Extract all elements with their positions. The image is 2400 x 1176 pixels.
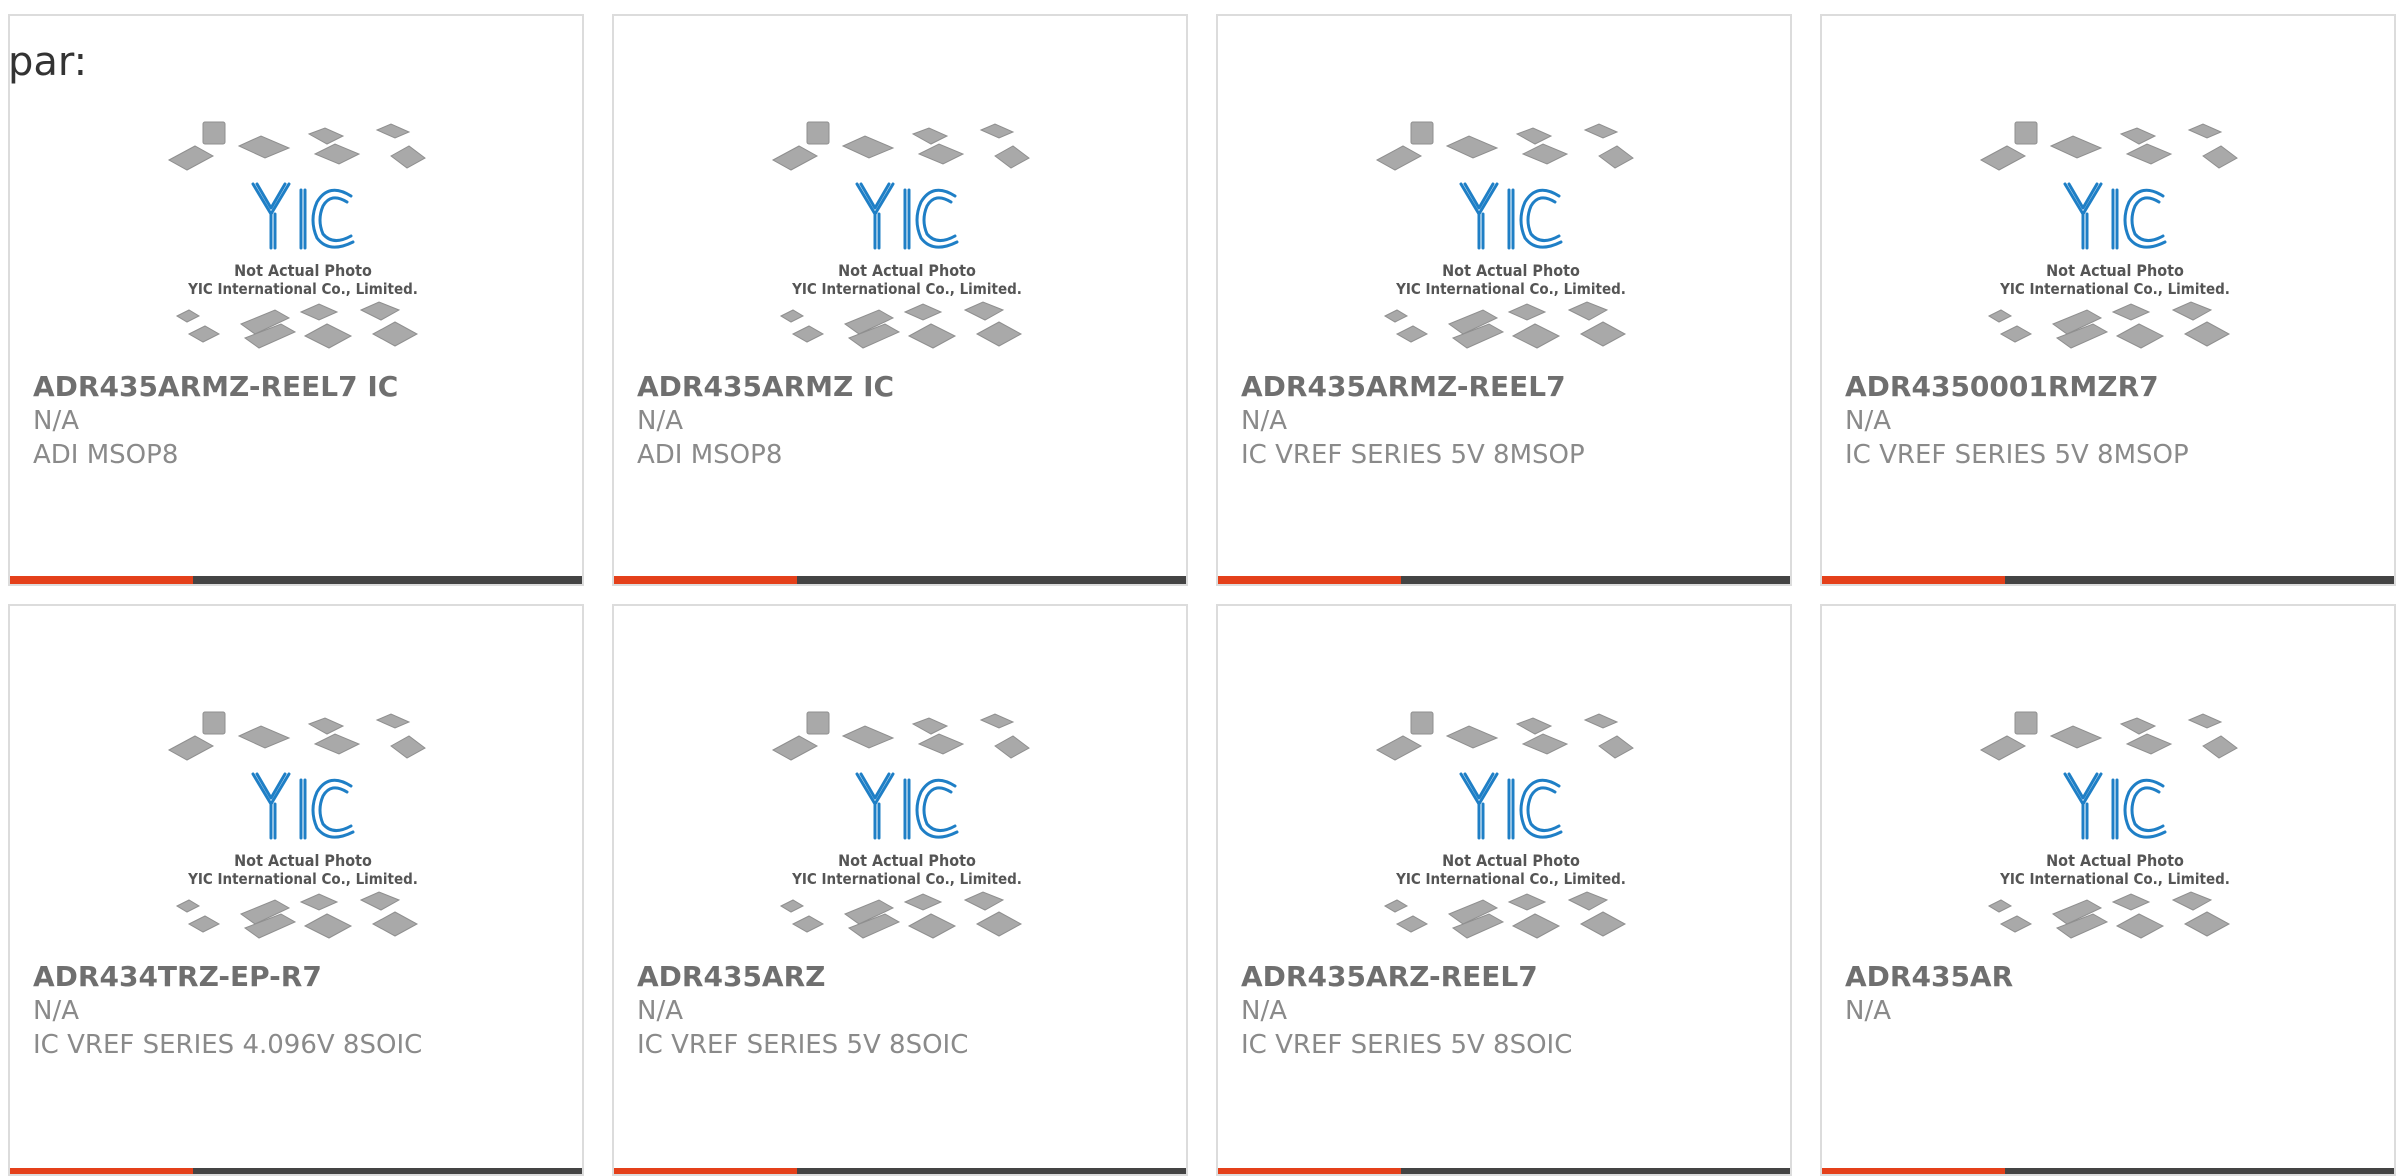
product-name-link[interactable]: ADR435ARMZ-REEL7 IC xyxy=(33,370,572,404)
product-info: ADR435ARZ N/A IC VREF SERIES 5V 8SOIC xyxy=(637,960,1176,1062)
card-bottom-accent xyxy=(10,576,193,584)
photo-caption-line1: Not Actual Photo xyxy=(2046,261,2184,280)
product-price: N/A xyxy=(1241,406,1287,436)
card-bottom-bar xyxy=(1822,576,2394,584)
photo-caption-line1: Not Actual Photo xyxy=(1442,261,1580,280)
card-bottom-accent xyxy=(1822,576,2005,584)
photo-caption-line2: YIC International Co., Limited. xyxy=(1395,870,1626,888)
card-bottom-bar xyxy=(1218,576,1790,584)
product-photo-placeholder[interactable]: Not Actual Photo YIC International Co., … xyxy=(165,688,441,958)
product-price: N/A xyxy=(33,996,79,1026)
product-description: IC VREF SERIES 5V 8MSOP xyxy=(1845,440,2189,470)
product-info: ADR435ARZ-REEL7 N/A IC VREF SERIES 5V 8SOI… xyxy=(1241,960,1780,1062)
product-description: ADI MSOP8 xyxy=(33,440,179,470)
product-description: IC VREF SERIES 4.096V 8SOIC xyxy=(33,1030,423,1060)
product-name-link[interactable]: ADR435ARMZ IC xyxy=(637,370,1176,404)
product-price: N/A xyxy=(637,996,683,1026)
photo-caption-line1: Not Actual Photo xyxy=(234,261,372,280)
card-bottom-bar xyxy=(10,576,582,584)
product-card[interactable]: Not Actual Photo YIC International Co., … xyxy=(612,14,1188,586)
product-description: IC VREF SERIES 5V 8SOIC xyxy=(1241,1030,1573,1060)
photo-caption-line2: YIC International Co., Limited. xyxy=(1999,280,2230,298)
product-photo-placeholder[interactable]: Not Actual Photo YIC International Co., … xyxy=(1977,688,2253,958)
product-photo-placeholder[interactable]: Not Actual Photo YIC International Co., … xyxy=(769,688,1045,958)
product-name-link[interactable]: ADR435ARZ xyxy=(637,960,1176,994)
product-description: IC VREF SERIES 5V 8SOIC xyxy=(637,1030,969,1060)
product-price: N/A xyxy=(1241,996,1287,1026)
card-bottom-accent xyxy=(1218,576,1401,584)
product-card[interactable]: Not Actual Photo YIC International Co., … xyxy=(1216,604,1792,1176)
product-info: ADR435AR N/A xyxy=(1845,960,2384,1028)
card-bottom-bar xyxy=(614,576,1186,584)
photo-caption-line1: Not Actual Photo xyxy=(838,261,976,280)
card-bottom-accent xyxy=(614,576,797,584)
product-photo-placeholder[interactable]: Not Actual Photo YIC International Co., … xyxy=(1373,688,1649,958)
photo-caption-line2: YIC International Co., Limited. xyxy=(187,280,418,298)
photo-caption-line2: YIC International Co., Limited. xyxy=(1395,280,1626,298)
product-photo-placeholder[interactable]: Not Actual Photo YIC International Co., … xyxy=(165,98,441,368)
product-price: N/A xyxy=(1845,996,1891,1026)
product-card[interactable]: Not Actual Photo YIC International Co., … xyxy=(1216,14,1792,586)
card-bottom-bar xyxy=(614,1168,1186,1174)
product-info: ADR435ARMZ-REEL7 N/A IC VREF SERIES 5V 8MS… xyxy=(1241,370,1780,472)
photo-caption-line2: YIC International Co., Limited. xyxy=(1999,870,2230,888)
product-card[interactable]: Not Actual Photo YIC International Co., … xyxy=(1820,14,2396,586)
product-price: N/A xyxy=(33,406,79,436)
card-bottom-bar xyxy=(1822,1168,2394,1174)
query-prefix-text: par: xyxy=(8,39,88,85)
product-name-link[interactable]: ADR435ARMZ-REEL7 xyxy=(1241,370,1780,404)
product-card[interactable]: Not Actual Photo YIC International Co., … xyxy=(8,14,584,586)
photo-caption-line2: YIC International Co., Limited. xyxy=(791,870,1022,888)
product-photo-placeholder[interactable]: Not Actual Photo YIC International Co., … xyxy=(769,98,1045,368)
card-bottom-accent xyxy=(614,1168,797,1174)
product-photo-placeholder[interactable]: Not Actual Photo YIC International Co., … xyxy=(1977,98,2253,368)
card-bottom-bar xyxy=(10,1168,582,1174)
photo-caption-line1: Not Actual Photo xyxy=(2046,851,2184,870)
photo-caption-line1: Not Actual Photo xyxy=(1442,851,1580,870)
photo-caption-line1: Not Actual Photo xyxy=(234,851,372,870)
product-photo-placeholder[interactable]: Not Actual Photo YIC International Co., … xyxy=(1373,98,1649,368)
product-price: N/A xyxy=(637,406,683,436)
product-name-link[interactable]: ADR434TRZ-EP-R7 xyxy=(33,960,572,994)
product-description: ADI MSOP8 xyxy=(637,440,783,470)
product-card[interactable]: Not Actual Photo YIC International Co., … xyxy=(1820,604,2396,1176)
photo-caption-line2: YIC International Co., Limited. xyxy=(791,280,1022,298)
photo-caption-line1: Not Actual Photo xyxy=(838,851,976,870)
product-card[interactable]: Not Actual Photo YIC International Co., … xyxy=(8,604,584,1176)
product-name-link[interactable]: ADR435ARZ-REEL7 xyxy=(1241,960,1780,994)
card-bottom-bar xyxy=(1218,1168,1790,1174)
product-info: ADR4350001RMZR7 N/A IC VREF SERIES 5V 8MSO… xyxy=(1845,370,2384,472)
card-bottom-accent xyxy=(1218,1168,1401,1174)
product-card[interactable]: Not Actual Photo YIC International Co., … xyxy=(612,604,1188,1176)
product-name-link[interactable]: ADR435AR xyxy=(1845,960,2384,994)
product-info: ADR435ARMZ-REEL7 IC N/A ADI MSOP8 xyxy=(33,370,572,472)
product-info: ADR434TRZ-EP-R7 N/A IC VREF SERIES 4.096V … xyxy=(33,960,572,1062)
card-bottom-accent xyxy=(10,1168,193,1174)
photo-caption-line2: YIC International Co., Limited. xyxy=(187,870,418,888)
product-name-link[interactable]: ADR4350001RMZR7 xyxy=(1845,370,2384,404)
card-bottom-accent xyxy=(1822,1168,2005,1174)
product-info: ADR435ARMZ IC N/A ADI MSOP8 xyxy=(637,370,1176,472)
product-price: N/A xyxy=(1845,406,1891,436)
product-description: IC VREF SERIES 5V 8MSOP xyxy=(1241,440,1585,470)
